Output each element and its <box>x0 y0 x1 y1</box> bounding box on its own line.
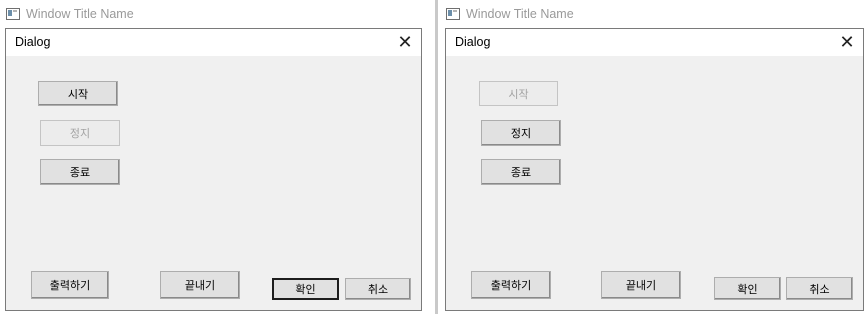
outer-window-titlebar: Window Title Name <box>446 6 574 22</box>
outer-window-title: Window Title Name <box>466 7 574 21</box>
stop-button[interactable]: 정지 <box>481 120 561 146</box>
left-window: Window Title Name Dialog ✕ 시작 정지 종료 출력하기… <box>0 0 432 314</box>
start-button[interactable]: 시작 <box>38 81 118 106</box>
dialog-titlebar: Dialog ✕ <box>446 29 863 56</box>
dialog-titlebar: Dialog ✕ <box>6 29 421 56</box>
stop-button[interactable]: 정지 <box>40 120 120 146</box>
cancel-button[interactable]: 취소 <box>345 278 411 300</box>
exit-button[interactable]: 종료 <box>481 159 561 185</box>
print-button[interactable]: 출력하기 <box>471 271 551 299</box>
outer-window-titlebar: Window Title Name <box>6 6 134 22</box>
finish-button[interactable]: 끝내기 <box>160 271 240 299</box>
dialog-window: Dialog ✕ 시작 정지 종료 출력하기 끝내기 확인 취소 <box>445 28 864 311</box>
cancel-button[interactable]: 취소 <box>786 277 853 300</box>
finish-button[interactable]: 끝내기 <box>601 271 681 299</box>
right-window: Window Title Name Dialog ✕ 시작 정지 종료 출력하기… <box>440 0 868 314</box>
dialog-window: Dialog ✕ 시작 정지 종료 출력하기 끝내기 확인 취소 <box>5 28 422 311</box>
dialog-title: Dialog <box>455 35 491 49</box>
close-icon[interactable]: ✕ <box>838 33 856 51</box>
panel-divider <box>435 0 438 314</box>
print-button[interactable]: 출력하기 <box>31 271 109 299</box>
window-app-icon <box>446 8 460 20</box>
ok-button[interactable]: 확인 <box>714 277 781 300</box>
close-icon[interactable]: ✕ <box>396 33 414 51</box>
exit-button[interactable]: 종료 <box>40 159 120 185</box>
window-app-icon <box>6 8 20 20</box>
ok-button[interactable]: 확인 <box>272 278 339 300</box>
dialog-title: Dialog <box>15 35 51 49</box>
outer-window-title: Window Title Name <box>26 7 134 21</box>
start-button[interactable]: 시작 <box>479 81 558 106</box>
